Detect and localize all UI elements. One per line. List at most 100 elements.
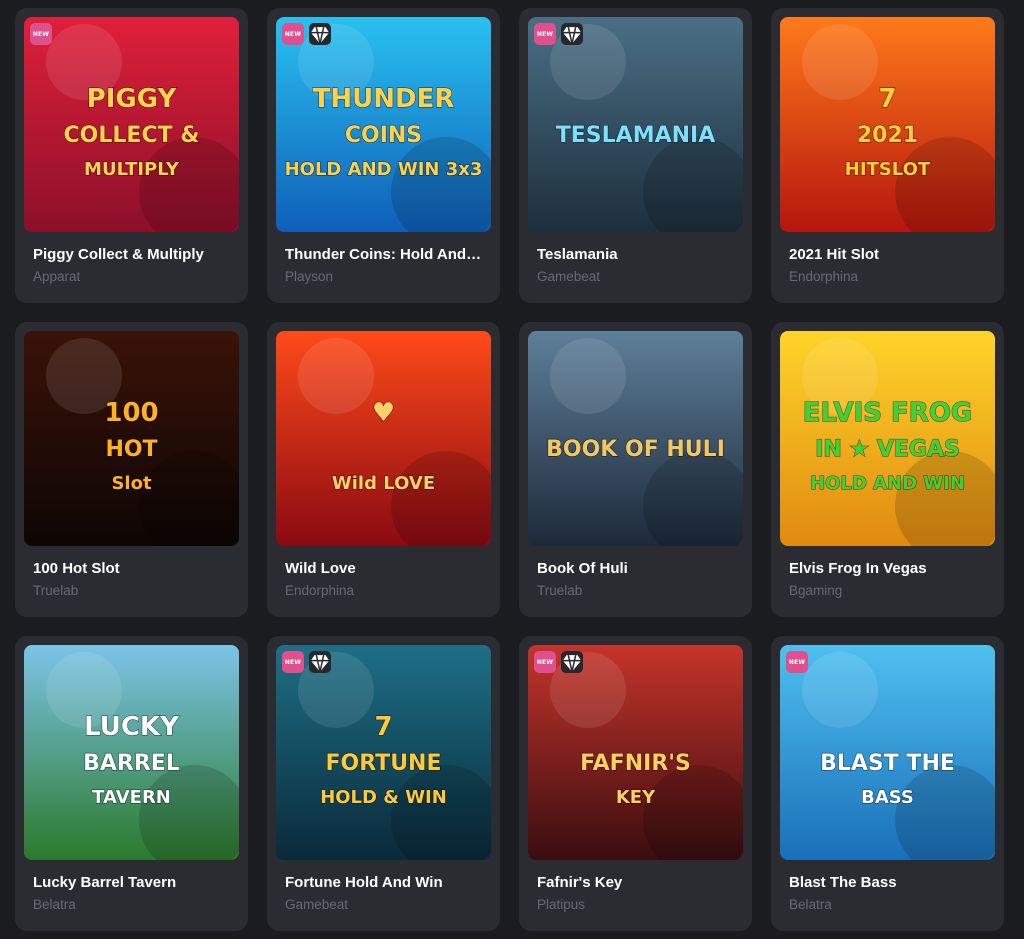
game-card[interactable]: 7 2021 HITSLOT 2021 Hit Slot Endorphina	[771, 8, 1004, 303]
badge-group: NEW	[786, 651, 808, 673]
game-thumbnail[interactable]: NEW FAFNIR'S KEY	[528, 645, 743, 860]
game-card[interactable]: NEW TESLAMANIA Teslamania Gamebeat	[519, 8, 752, 303]
game-card[interactable]: NEW FAFNIR'S KEY Fafnir's Key Platipus	[519, 636, 752, 931]
new-badge: NEW	[534, 23, 556, 45]
game-title[interactable]: Thunder Coins: Hold And Win 3x3	[285, 246, 485, 263]
diamond-icon	[310, 654, 330, 672]
artwork-line-1: 7	[878, 84, 896, 114]
game-thumbnail[interactable]: NEW BLAST THE BASS	[780, 645, 995, 860]
game-provider: Playson	[285, 269, 334, 284]
artwork-line-2: BLAST THE	[820, 751, 955, 776]
game-thumbnail[interactable]: ♥ Wild LOVE	[276, 331, 491, 546]
game-artwork: LUCKY BARREL TAVERN	[24, 645, 239, 860]
game-provider: Endorphina	[285, 583, 355, 598]
game-thumbnail[interactable]: NEW THUNDER COINS HOLD AND WIN 3x3	[276, 17, 491, 232]
artwork-line-1: ELVIS FROG	[803, 398, 973, 428]
badge-group: NEW	[534, 23, 583, 45]
artwork-glow	[802, 652, 878, 728]
game-artwork: ELVIS FROG IN ★ VEGAS HOLD AND WIN	[780, 331, 995, 546]
game-provider: Gamebeat	[285, 897, 349, 912]
artwork-line-3: HITSLOT	[845, 159, 931, 180]
game-card[interactable]: ♥ Wild LOVE Wild Love Endorphina	[267, 322, 500, 617]
game-thumbnail[interactable]: ELVIS FROG IN ★ VEGAS HOLD AND WIN	[780, 331, 995, 546]
artwork-line-3: BASS	[861, 787, 914, 808]
game-card[interactable]: NEW PIGGY COLLECT & MULTIPLY Piggy Colle…	[15, 8, 248, 303]
artwork-glow	[550, 338, 626, 414]
game-title[interactable]: Blast The Bass	[789, 874, 989, 891]
game-provider: Bgaming	[789, 583, 843, 598]
diamond-icon	[310, 26, 330, 44]
exclusive-badge	[309, 23, 331, 45]
diamond-icon	[562, 654, 582, 672]
badge-group: NEW	[30, 23, 52, 45]
game-title[interactable]: Fortune Hold And Win	[285, 874, 485, 891]
badge-group: NEW	[534, 651, 583, 673]
game-thumbnail[interactable]: LUCKY BARREL TAVERN	[24, 645, 239, 860]
game-provider: Truelab	[537, 583, 583, 598]
game-artwork: BLAST THE BASS	[780, 645, 995, 860]
game-title[interactable]: Teslamania	[537, 246, 737, 263]
game-provider: Belatra	[789, 897, 832, 912]
game-title[interactable]: 2021 Hit Slot	[789, 246, 989, 263]
game-thumbnail[interactable]: NEW 7 FORTUNE HOLD & WIN	[276, 645, 491, 860]
game-artwork: BOOK OF HULI	[528, 331, 743, 546]
artwork-line-1: ♥	[372, 398, 395, 428]
game-thumbnail[interactable]: NEW TESLAMANIA	[528, 17, 743, 232]
game-thumbnail[interactable]: 100 HOT Slot	[24, 331, 239, 546]
artwork-glow	[802, 24, 878, 100]
game-title[interactable]: Lucky Barrel Tavern	[33, 874, 233, 891]
exclusive-badge	[561, 651, 583, 673]
game-title[interactable]: Fafnir's Key	[537, 874, 737, 891]
game-card[interactable]: 100 HOT Slot 100 Hot Slot Truelab	[15, 322, 248, 617]
artwork-line-3: HOLD AND WIN 3x3	[285, 159, 483, 180]
game-artwork: ♥ Wild LOVE	[276, 331, 491, 546]
artwork-line-2: COLLECT &	[64, 123, 200, 148]
game-thumbnail[interactable]: 7 2021 HITSLOT	[780, 17, 995, 232]
artwork-line-1: THUNDER	[313, 84, 455, 114]
game-artwork: 100 HOT Slot	[24, 331, 239, 546]
game-card[interactable]: NEW 7 FORTUNE HOLD & WIN Fortune Hold An…	[267, 636, 500, 931]
exclusive-badge	[309, 651, 331, 673]
game-thumbnail[interactable]: NEW PIGGY COLLECT & MULTIPLY	[24, 17, 239, 232]
badge-group: NEW	[282, 651, 331, 673]
new-badge: NEW	[786, 651, 808, 673]
artwork-line-3: Wild LOVE	[332, 473, 435, 494]
artwork-line-3: MULTIPLY	[84, 159, 180, 180]
diamond-icon	[562, 26, 582, 44]
artwork-line-1: LUCKY	[84, 712, 180, 742]
artwork-glow	[298, 338, 374, 414]
game-title[interactable]: Elvis Frog In Vegas	[789, 560, 989, 577]
game-card[interactable]: NEW BLAST THE BASS Blast The Bass Belatr…	[771, 636, 1004, 931]
game-card[interactable]: NEW THUNDER COINS HOLD AND WIN 3x3 Thund…	[267, 8, 500, 303]
game-artwork: PIGGY COLLECT & MULTIPLY	[24, 17, 239, 232]
artwork-line-3: HOLD & WIN	[320, 787, 447, 808]
game-provider: Truelab	[33, 583, 79, 598]
game-artwork: 7 2021 HITSLOT	[780, 17, 995, 232]
game-card[interactable]: LUCKY BARREL TAVERN Lucky Barrel Tavern …	[15, 636, 248, 931]
new-badge: NEW	[282, 23, 304, 45]
game-provider: Gamebeat	[537, 269, 601, 284]
new-badge: NEW	[282, 651, 304, 673]
artwork-line-2: FAFNIR'S	[580, 751, 691, 776]
artwork-line-2: FORTUNE	[326, 751, 442, 776]
game-provider: Apparat	[33, 269, 81, 284]
game-title[interactable]: Wild Love	[285, 560, 485, 577]
badge-group: NEW	[282, 23, 331, 45]
game-grid: NEW PIGGY COLLECT & MULTIPLY Piggy Colle…	[0, 0, 1024, 939]
artwork-line-3: KEY	[616, 787, 656, 808]
artwork-line-3: TAVERN	[92, 787, 171, 808]
exclusive-badge	[561, 23, 583, 45]
game-thumbnail[interactable]: BOOK OF HULI	[528, 331, 743, 546]
game-provider: Platipus	[537, 897, 586, 912]
artwork-line-2: BOOK OF HULI	[546, 437, 725, 462]
game-provider: Endorphina	[789, 269, 859, 284]
artwork-line-2: IN ★ VEGAS	[815, 437, 960, 462]
game-card[interactable]: BOOK OF HULI Book Of Huli Truelab	[519, 322, 752, 617]
game-card[interactable]: ELVIS FROG IN ★ VEGAS HOLD AND WIN Elvis…	[771, 322, 1004, 617]
game-title[interactable]: Piggy Collect & Multiply	[33, 246, 233, 263]
game-title[interactable]: 100 Hot Slot	[33, 560, 233, 577]
game-title[interactable]: Book Of Huli	[537, 560, 737, 577]
artwork-line-2: 2021	[857, 123, 918, 148]
artwork-line-1: 7	[374, 712, 392, 742]
new-badge: NEW	[30, 23, 52, 45]
